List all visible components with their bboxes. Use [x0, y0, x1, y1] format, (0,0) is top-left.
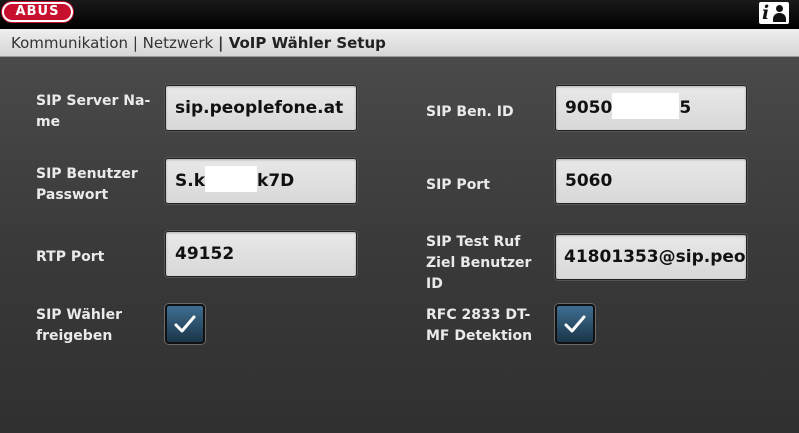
sip-test-call-input[interactable]: 41801353@sip.peo| — [555, 234, 747, 280]
sip-password-label: SIP Benutzer Passwort — [36, 166, 138, 203]
breadcrumb-separator: | — [132, 34, 143, 52]
breadcrumb-bar: Kommunikation | Netzwerk | VoIP Wähler S… — [0, 29, 799, 57]
sip-password-input[interactable]: S.k k7D — [165, 158, 357, 204]
breadcrumb: Kommunikation | Netzwerk | VoIP Wähler S… — [11, 34, 386, 52]
sip-server-name-label: SIP Server Na- me — [36, 93, 151, 130]
breadcrumb-item-current: VoIP Wähler Setup — [228, 34, 386, 52]
sip-test-call-label: SIP Test Ruf Ziel Benutzer ID — [426, 234, 532, 292]
breadcrumb-item-netzwerk[interactable]: Netzwerk — [143, 34, 214, 52]
info-user-icon[interactable]: i — [759, 2, 789, 24]
sip-port-label: SIP Port — [426, 177, 490, 193]
redaction-mask — [205, 166, 258, 192]
checkmark-icon — [564, 315, 586, 333]
rfc2833-label: RFC 2833 DT- MF Detektion — [426, 307, 533, 344]
voip-setup-form: SIP Server Na- me sip.peoplefone.at SIP … — [0, 57, 799, 433]
top-bar: ABUS i — [0, 0, 799, 29]
rtp-port-label: RTP Port — [36, 249, 105, 265]
sip-server-name-input[interactable]: sip.peoplefone.at — [165, 85, 357, 131]
sip-user-id-label: SIP Ben. ID — [426, 104, 514, 120]
rtp-port-input[interactable]: 49152 — [165, 231, 357, 277]
sip-dialer-enable-checkbox[interactable] — [165, 304, 205, 344]
breadcrumb-separator: | — [217, 34, 229, 52]
sip-port-input[interactable]: 5060 — [555, 158, 747, 204]
redaction-mask — [612, 93, 680, 119]
abus-logo: ABUS — [2, 2, 73, 22]
sip-dialer-enable-label: SIP Wähler freigeben — [36, 307, 122, 344]
checkmark-icon — [174, 315, 196, 333]
breadcrumb-item-kommunikation[interactable]: Kommunikation — [11, 34, 128, 52]
sip-user-id-input[interactable]: 9050 5 — [555, 85, 747, 131]
rfc2833-checkbox[interactable] — [555, 304, 595, 344]
